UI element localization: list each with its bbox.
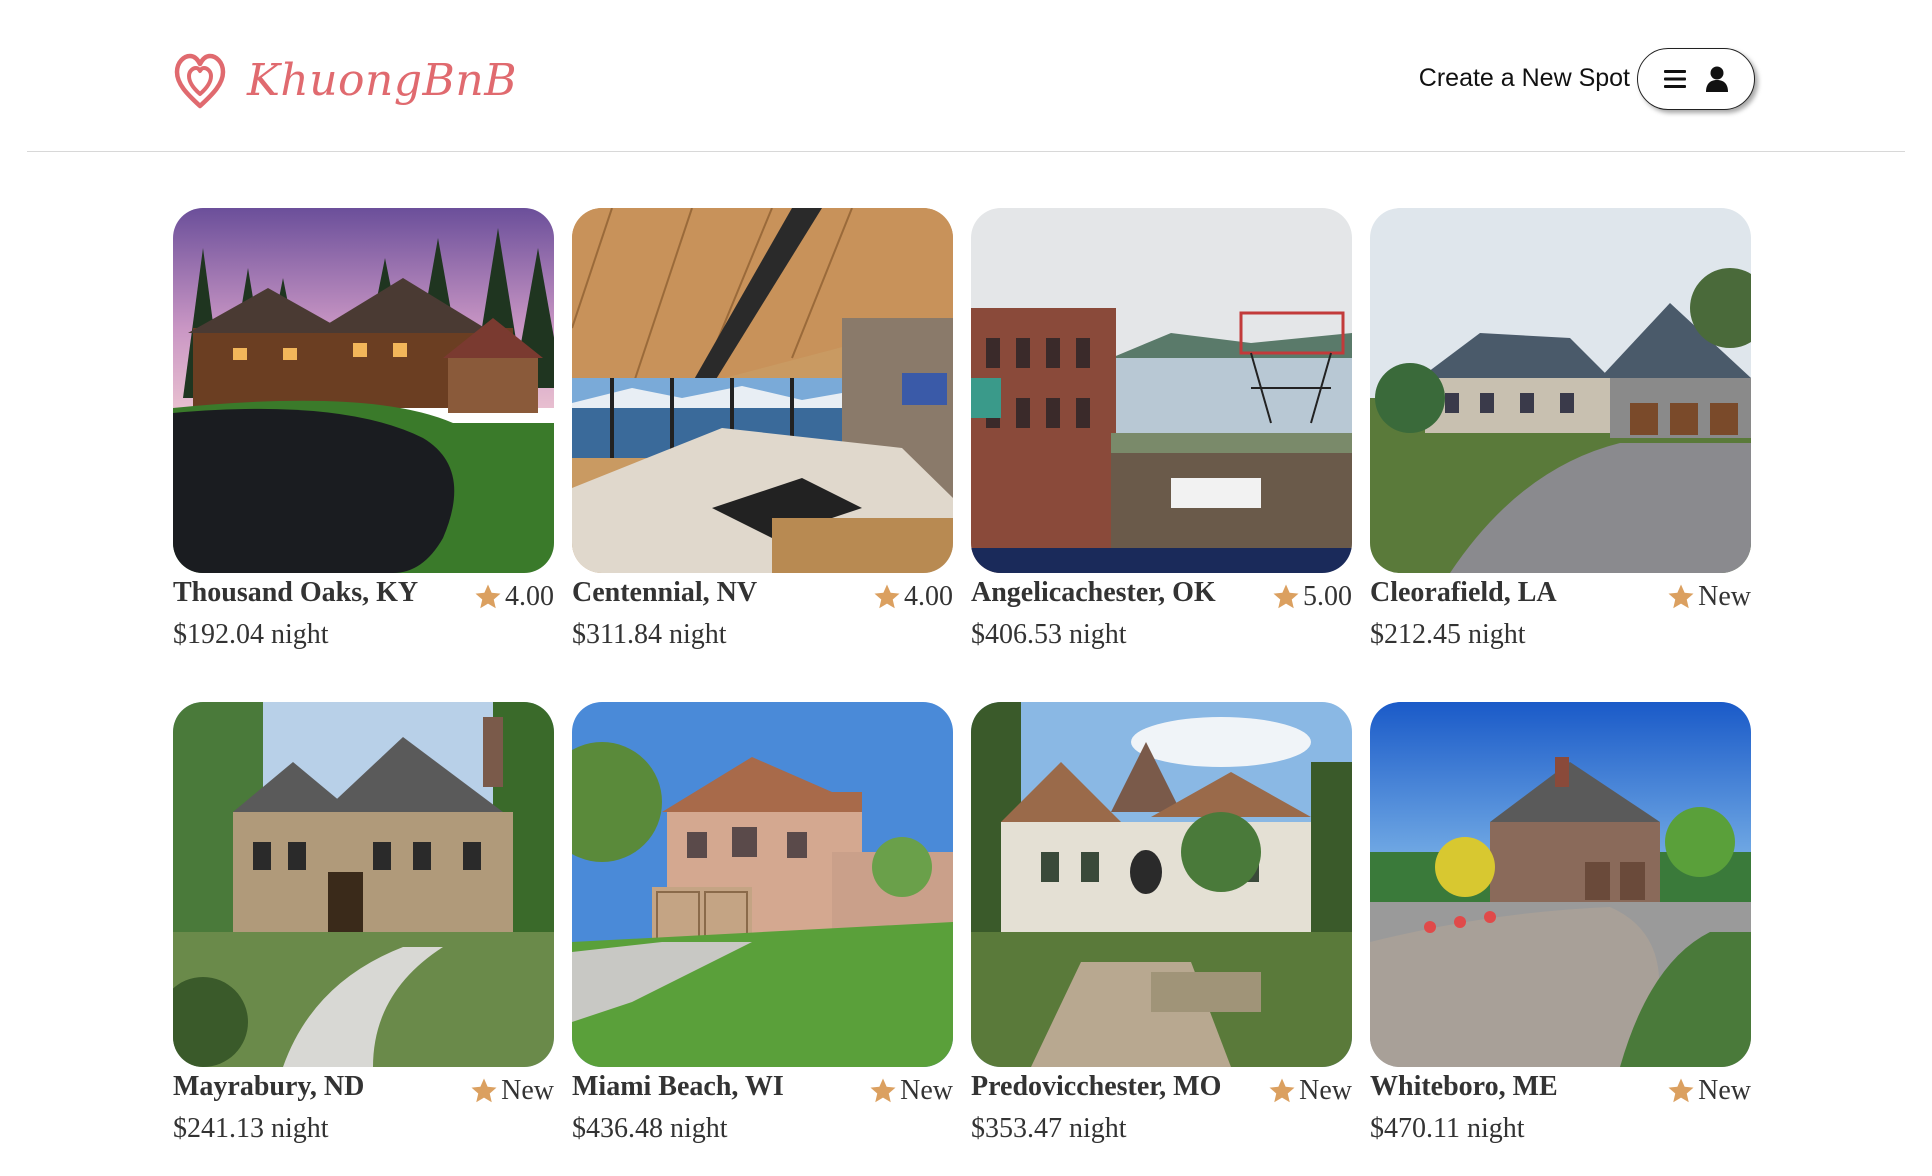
spot-rating: New (469, 1075, 554, 1107)
rating-value: 4.00 (505, 581, 554, 612)
star-icon (475, 584, 501, 609)
rating-value: New (501, 1075, 554, 1106)
brand-name: KhuongBnB (247, 54, 518, 106)
spot-card[interactable]: Cleorafield, LA New $212.45 night (1370, 208, 1751, 652)
spot-price: $212.45 night (1370, 619, 1526, 650)
star-icon (1668, 1078, 1694, 1103)
spot-price: $192.04 night (173, 619, 329, 650)
spot-card[interactable]: Centennial, NV 4.00 $311.84 night (572, 208, 953, 652)
spot-location: Miami Beach, WI (572, 1071, 784, 1102)
airbnb-logo-icon (174, 53, 226, 109)
spot-image (173, 702, 554, 1067)
star-icon (1668, 584, 1694, 609)
spot-location: Mayrabury, ND (173, 1071, 365, 1102)
spot-price: $406.53 night (971, 619, 1127, 650)
spot-image (1370, 208, 1751, 573)
spot-price: $241.13 night (173, 1113, 329, 1144)
spot-rating: 4.00 (473, 581, 554, 613)
spot-rating: New (1666, 1075, 1751, 1107)
star-icon (1269, 1078, 1295, 1103)
rating-value: 5.00 (1303, 581, 1352, 612)
spot-rating: New (1666, 581, 1751, 613)
star-icon (874, 584, 900, 609)
spot-card[interactable]: Whiteboro, ME New $470.11 night (1370, 702, 1751, 1146)
rating-value: New (1698, 581, 1751, 612)
rating-value: New (900, 1075, 953, 1106)
spot-image (1370, 702, 1751, 1067)
rating-value: 4.00 (904, 581, 953, 612)
header-divider (27, 151, 1905, 152)
spot-location: Cleorafield, LA (1370, 577, 1557, 608)
create-new-spot-link[interactable]: Create a New Spot (1419, 64, 1630, 93)
spot-rating: 5.00 (1271, 581, 1352, 613)
spot-location: Thousand Oaks, KY (173, 577, 419, 608)
spot-location: Centennial, NV (572, 577, 758, 608)
spot-rating: New (1267, 1075, 1352, 1107)
spot-price: $470.11 night (1370, 1113, 1525, 1144)
spot-price: $436.48 night (572, 1113, 728, 1144)
spot-card[interactable]: Mayrabury, ND New $241.13 night (173, 702, 554, 1146)
hamburger-icon (1664, 70, 1686, 88)
star-icon (870, 1078, 896, 1103)
rating-value: New (1299, 1075, 1352, 1106)
spot-image (971, 208, 1352, 573)
user-icon (1706, 66, 1728, 92)
spot-image (971, 702, 1352, 1067)
profile-menu-button[interactable] (1637, 48, 1755, 110)
spot-image (572, 208, 953, 573)
star-icon (471, 1078, 497, 1103)
spot-price: $353.47 night (971, 1113, 1127, 1144)
spot-location: Angelicachester, OK (971, 577, 1216, 608)
spot-location: Whiteboro, ME (1370, 1071, 1558, 1102)
spots-grid: Thousand Oaks, KY 4.00 $192.04 night Cen… (173, 208, 1763, 1146)
spot-card[interactable]: Angelicachester, OK 5.00 $406.53 night (971, 208, 1352, 652)
star-icon (1273, 584, 1299, 609)
spot-card[interactable]: Thousand Oaks, KY 4.00 $192.04 night (173, 208, 554, 652)
spot-location: Predovicchester, MO (971, 1071, 1222, 1102)
spot-rating: 4.00 (872, 581, 953, 613)
spot-card[interactable]: Predovicchester, MO New $353.47 night (971, 702, 1352, 1146)
spot-image (572, 702, 953, 1067)
top-nav: KhuongBnB Create a New Spot (0, 0, 1932, 152)
spot-image (173, 208, 554, 573)
spot-card[interactable]: Miami Beach, WI New $436.48 night (572, 702, 953, 1146)
spot-rating: New (868, 1075, 953, 1107)
spot-price: $311.84 night (572, 619, 727, 650)
rating-value: New (1698, 1075, 1751, 1106)
home-logo-link[interactable]: KhuongBnB (173, 50, 517, 110)
